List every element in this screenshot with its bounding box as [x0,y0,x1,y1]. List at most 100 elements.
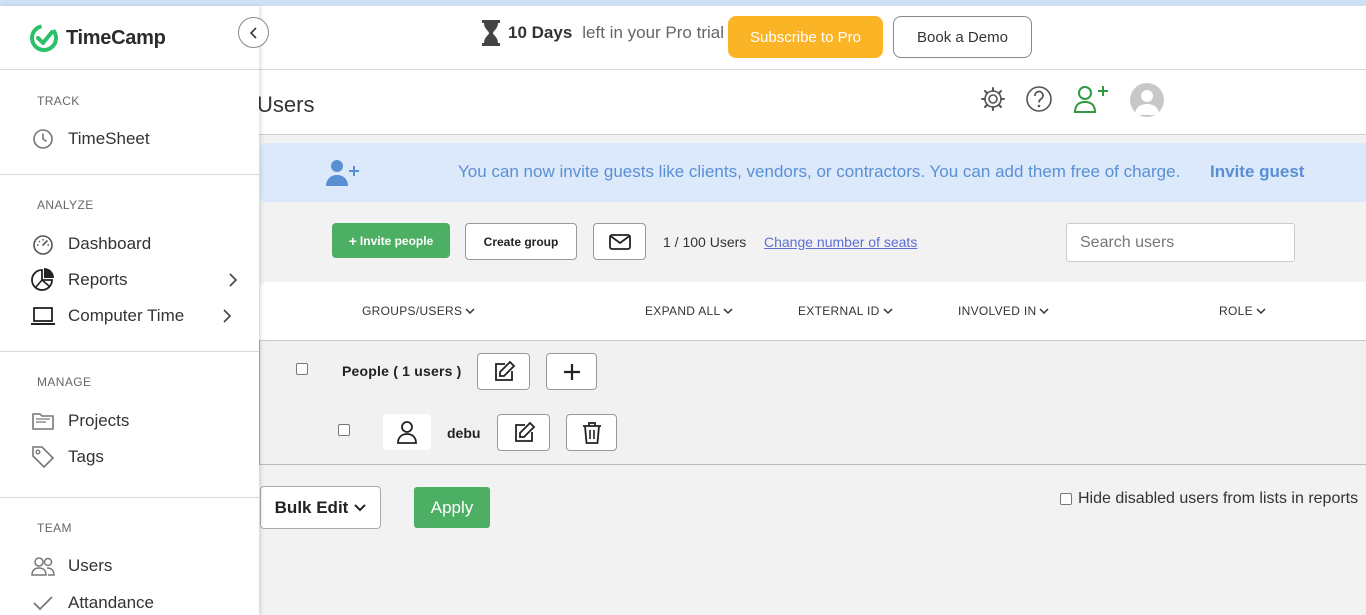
sidebar-item-label: Users [68,556,113,575]
hourglass-icon [482,20,500,46]
column-label: EXTERNAL ID [798,304,880,318]
chevron-down-icon [1256,308,1266,315]
sidebar-item-attendance[interactable]: Attandance [30,588,244,615]
checkmark-icon [30,590,56,615]
subscribe-button[interactable]: Subscribe to Pro [728,16,883,58]
invite-guest-banner: You can now invite guests like clients, … [260,143,1366,202]
sidebar-item-label: Tags [68,447,104,466]
top-header: 10 Days left in your Pro trial Subscribe… [259,6,1366,70]
trial-notice: 10 Days left in your Pro trial [480,19,724,47]
folder-icon [30,408,56,434]
sidebar-item-label: Computer Time [68,306,185,325]
apply-button[interactable]: Apply [414,487,490,528]
sidebar-item-users[interactable]: Users [30,551,244,581]
invite-people-label: Invite people [359,233,434,248]
user-name[interactable]: debu [447,425,480,441]
hide-disabled-checkbox[interactable] [1060,493,1072,505]
section-label-team: TEAM [37,521,72,535]
invite-guest-link[interactable]: Invite guest [1210,162,1304,182]
gauge-icon [30,231,56,257]
clock-icon [30,126,56,152]
chevron-down-icon [1039,308,1049,315]
edit-group-button[interactable] [477,353,530,390]
edit-icon [494,360,515,381]
users-count: 1 / 100 Users [663,234,747,250]
hide-disabled-option: Hide disabled users from lists in report… [1060,490,1358,508]
column-label: INVOLVED IN [958,304,1037,318]
sidebar-item-label: Attandance [68,593,155,612]
sidebar-item-projects[interactable]: Projects [30,406,244,436]
book-demo-button[interactable]: Book a Demo [893,16,1032,58]
sidebar-item-label: Projects [68,411,130,430]
sidebar: TimeCamp TRACK TimeSheet ANALYZE Dashboa… [0,6,259,615]
delete-user-button[interactable] [566,414,617,451]
column-external-id[interactable]: EXTERNAL ID [798,304,893,318]
laptop-icon [30,303,56,329]
section-label-analyze: ANALYZE [37,198,94,212]
create-group-button[interactable]: Create group [465,223,577,260]
app-name: TimeCamp [66,26,166,49]
group-checkbox[interactable] [296,363,308,375]
group-name: People ( 1 users ) [342,363,462,379]
gear-icon[interactable] [978,84,1008,114]
edit-user-button[interactable] [497,414,550,451]
page-title: Users [257,92,315,117]
section-label-track: TRACK [37,94,80,108]
trial-text: left in your Pro trial [582,23,725,42]
column-expand-all[interactable]: EXPAND ALL [645,304,734,318]
hide-disabled-label: Hide disabled users from lists in report… [1078,490,1359,507]
chevron-left-icon [249,26,257,39]
banner-message: You can now invite guests like clients, … [458,162,1181,181]
sidebar-item-computer-time[interactable]: Computer Time [30,301,244,331]
sidebar-item-dashboard[interactable]: Dashboard [30,229,244,259]
chevron-right-icon [228,272,238,293]
sidebar-item-reports[interactable]: Reports [30,265,244,295]
bulk-edit-label: Bulk Edit [274,497,349,517]
avatar[interactable] [1130,83,1164,117]
add-to-group-button[interactable] [546,353,597,390]
column-groups-users[interactable]: GROUPS/USERS [362,304,475,318]
pie-chart-icon [30,267,56,293]
plus-icon: + [348,232,357,249]
sidebar-item-label: Reports [68,270,128,289]
email-button[interactable] [593,223,646,260]
chevron-down-icon [465,308,475,315]
column-involved-in[interactable]: INVOLVED IN [958,304,1049,318]
chevron-down-icon [883,308,893,315]
sidebar-item-timesheet[interactable]: TimeSheet [30,124,244,154]
column-label: EXPAND ALL [645,304,721,318]
chevron-down-icon [354,503,367,511]
timecamp-logo-icon [30,24,58,52]
invite-people-button[interactable]: + Invite people [332,223,450,258]
envelope-icon [608,233,631,250]
collapse-sidebar-button[interactable] [238,17,269,48]
sidebar-item-label: TimeSheet [68,129,150,148]
section-label-manage: MANAGE [37,375,92,389]
plus-icon [563,363,580,380]
tag-icon [30,444,56,470]
user-avatar [383,414,431,450]
column-label: GROUPS/USERS [362,304,463,318]
bulk-edit-dropdown[interactable]: Bulk Edit [260,486,381,529]
sidebar-divider [0,69,259,70]
add-user-icon [326,160,359,186]
change-seats-link[interactable]: Change number of seats [764,234,917,250]
column-role[interactable]: ROLE [1219,304,1266,318]
add-user-icon[interactable] [1072,84,1116,114]
sidebar-divider [0,351,259,352]
column-label: ROLE [1219,304,1253,318]
user-checkbox[interactable] [338,424,350,436]
search-users-input[interactable] [1066,223,1295,262]
sidebar-item-tags[interactable]: Tags [30,442,244,472]
trash-icon [582,421,601,444]
page-titlebar: Users [257,70,1366,135]
sidebar-item-label: Dashboard [68,234,152,253]
help-icon[interactable] [1024,84,1054,114]
table-header: GROUPS/USERS EXPAND ALL EXTERNAL ID INVO… [260,282,1366,340]
chevron-right-icon [222,308,232,329]
app-logo[interactable]: TimeCamp [28,22,166,54]
user-icon [397,421,417,444]
sidebar-divider [0,174,259,175]
chevron-down-icon [723,308,734,315]
users-icon [30,553,56,579]
